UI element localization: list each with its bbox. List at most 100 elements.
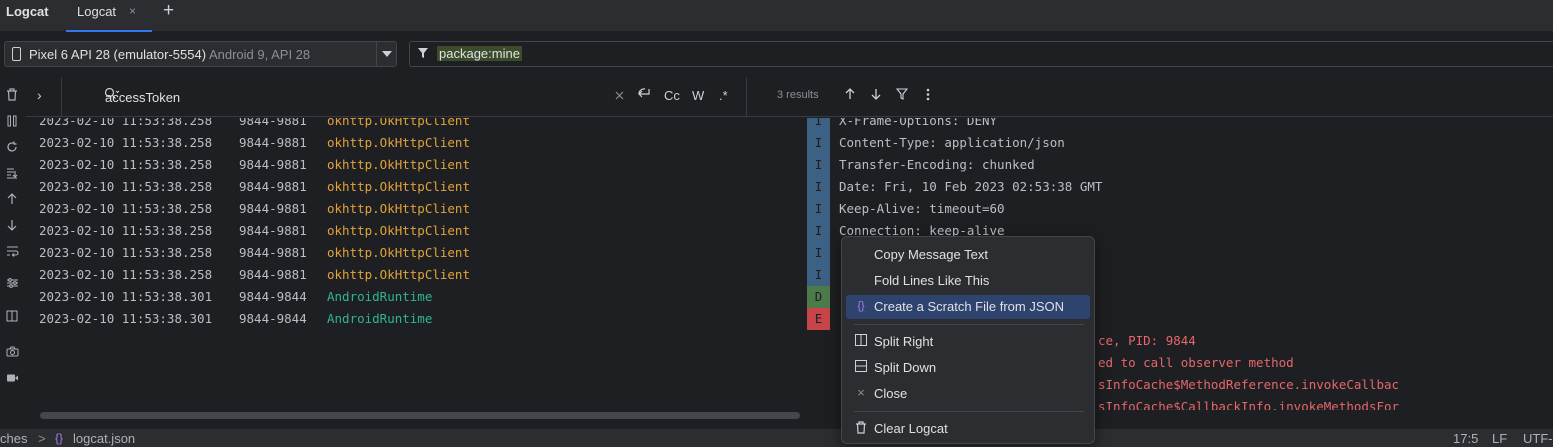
previous-occurrence-icon[interactable] <box>845 88 855 103</box>
more-options-icon[interactable] <box>926 88 930 104</box>
up-icon[interactable] <box>3 192 21 210</box>
json-braces-icon: {} <box>857 300 865 312</box>
log-tag: okhttp.OkHttpClient <box>327 179 470 194</box>
log-level-badge: I <box>807 242 830 264</box>
menu-item-close[interactable]: × Close <box>846 382 1090 406</box>
horizontal-scrollbar[interactable] <box>40 412 800 419</box>
menu-item-copy-message-text[interactable]: Copy Message Text <box>846 243 1090 267</box>
log-pid: 9844-9881 <box>239 179 307 194</box>
scroll-to-end-icon[interactable] <box>3 166 21 184</box>
trash-icon <box>854 421 868 435</box>
menu-item-split-right[interactable]: Split Right <box>846 330 1090 354</box>
log-level-badge: D <box>807 286 830 308</box>
match-case-button[interactable]: Cc <box>664 88 680 103</box>
breadcrumb-item[interactable]: ches <box>0 431 27 446</box>
tab-logcat[interactable]: Logcat × <box>66 0 152 32</box>
pause-icon[interactable] <box>3 114 21 132</box>
log-continuation[interactable]: sInfoCache$MethodReference.invokeCallbac <box>26 374 1553 396</box>
trash-icon[interactable] <box>3 88 21 106</box>
new-line-icon[interactable] <box>636 88 650 103</box>
breadcrumb-file[interactable]: logcat.json <box>73 431 135 446</box>
regex-button[interactable]: .* <box>719 88 728 103</box>
dropdown-separator <box>376 42 377 66</box>
log-row[interactable]: 2023-02-10 11:53:38.258 9844-9881 okhttp… <box>26 176 1553 198</box>
log-tag: AndroidRuntime <box>327 311 433 326</box>
log-pid: 9844-9844 <box>239 311 307 326</box>
log-message: Content-Type: application/json <box>839 135 1065 150</box>
filter-icon[interactable] <box>417 47 429 62</box>
log-row[interactable]: 2023-02-10 11:53:38.258 9844-9881 okhttp… <box>26 118 1553 132</box>
log-pid: 9844-9881 <box>239 135 307 150</box>
log-message: Keep-Alive: timeout=60 <box>839 201 1005 216</box>
file-encoding[interactable]: UTF- <box>1523 431 1553 446</box>
log-level-badge: I <box>807 264 830 286</box>
menu-item-fold-lines[interactable]: Fold Lines Like This <box>846 269 1090 293</box>
log-timestamp: 2023-02-10 11:53:38.258 <box>39 201 213 216</box>
menu-item-label: Create a Scratch File from JSON <box>874 299 1064 314</box>
log-message: X-Frame-Options: DENY <box>839 118 998 128</box>
filter-search-results-icon[interactable] <box>895 88 909 103</box>
camera-icon[interactable] <box>3 344 21 362</box>
log-row[interactable]: 2023-02-10 11:53:38.258 9844-9881 okhttp… <box>26 132 1553 154</box>
log-pid: 9844-9881 <box>239 118 307 128</box>
chevron-down-icon[interactable] <box>382 51 392 57</box>
log-continuation[interactable]: ce, PID: 9844 <box>26 330 1553 352</box>
log-row[interactable]: 2023-02-10 11:53:38.301 9844-9844 Androi… <box>26 286 1553 308</box>
log-row[interactable]: 2023-02-10 11:53:38.258 9844-9881 okhttp… <box>26 264 1553 286</box>
log-tag: okhttp.OkHttpClient <box>327 267 470 282</box>
device-api: Android 9, API 28 <box>208 47 311 62</box>
menu-item-clear-logcat[interactable]: Clear Logcat <box>846 417 1090 441</box>
menu-item-label: Copy Message Text <box>874 247 988 262</box>
video-icon[interactable] <box>3 370 21 388</box>
log-tag: okhttp.OkHttpClient <box>327 245 470 260</box>
log-tag: okhttp.OkHttpClient <box>327 135 470 150</box>
phone-icon <box>12 47 21 61</box>
soft-wrap-icon[interactable] <box>3 244 21 262</box>
log-row[interactable]: 2023-02-10 11:53:38.301 9844-9844 Androi… <box>26 308 1553 330</box>
log-timestamp: 2023-02-10 11:53:38.258 <box>39 157 213 172</box>
log-timestamp: 2023-02-10 11:53:38.258 <box>39 267 213 282</box>
split-icon[interactable] <box>3 309 21 327</box>
log-level-badge: I <box>807 198 830 220</box>
log-pid: 9844-9881 <box>239 201 307 216</box>
menu-separator <box>854 324 1084 325</box>
device-label: Pixel 6 API 28 (emulator-5554) Android 9… <box>29 47 310 62</box>
log-message: ed to call observer method <box>1098 355 1294 370</box>
restart-icon[interactable] <box>3 140 21 158</box>
tab-selected-indicator <box>66 30 152 32</box>
log-view[interactable]: 2023-02-10 11:53:38.258 9844-9881 okhttp… <box>26 118 1553 410</box>
filter-query[interactable]: package:mine <box>437 46 522 61</box>
chevron-right-icon[interactable]: › <box>37 87 42 103</box>
log-row[interactable]: 2023-02-10 11:53:38.258 9844-9881 okhttp… <box>26 154 1553 176</box>
device-selector[interactable]: Pixel 6 API 28 (emulator-5554) Android 9… <box>4 41 397 67</box>
menu-item-label: Split Right <box>874 334 934 349</box>
log-continuation[interactable]: sInfoCache$CallbackInfo.invokeMethodsFor <box>26 396 1553 410</box>
search-input[interactable] <box>105 88 610 106</box>
new-tab-icon[interactable]: + <box>163 0 174 22</box>
log-pid: 9844-9881 <box>239 157 307 172</box>
tab-close-icon[interactable]: × <box>129 4 136 18</box>
down-icon[interactable] <box>3 218 21 236</box>
log-row[interactable]: 2023-02-10 11:53:38.258 9844-9881 okhttp… <box>26 198 1553 220</box>
clear-search-icon[interactable] <box>615 88 624 103</box>
settings-icon[interactable] <box>3 276 21 294</box>
caret-position[interactable]: 17:5 <box>1453 431 1478 446</box>
whole-words-button[interactable]: W <box>692 88 704 103</box>
search-bar: › Cc W .* 3 results <box>26 77 1553 117</box>
log-level-badge: I <box>807 176 830 198</box>
log-row[interactable]: 2023-02-10 11:53:38.258 9844-9881 okhttp… <box>26 220 1553 242</box>
line-separator[interactable]: LF <box>1492 431 1507 446</box>
log-message: sInfoCache$CallbackInfo.invokeMethodsFor <box>1098 399 1400 410</box>
logcat-filter-field[interactable]: package:mine <box>409 41 1553 67</box>
context-menu: Copy Message Text Fold Lines Like This {… <box>841 236 1095 444</box>
menu-item-split-down[interactable]: Split Down <box>846 356 1090 380</box>
menu-item-create-scratch-file[interactable]: {} Create a Scratch File from JSON <box>846 295 1090 319</box>
divider <box>61 77 62 117</box>
tab-label: Logcat <box>77 4 117 19</box>
log-level-badge: I <box>807 220 830 242</box>
log-continuation[interactable]: ed to call observer method <box>26 352 1553 374</box>
log-pid: 9844-9844 <box>239 289 307 304</box>
log-tag: okhttp.OkHttpClient <box>327 118 470 128</box>
next-occurrence-icon[interactable] <box>871 88 881 103</box>
log-row[interactable]: 2023-02-10 11:53:38.258 9844-9881 okhttp… <box>26 242 1553 264</box>
